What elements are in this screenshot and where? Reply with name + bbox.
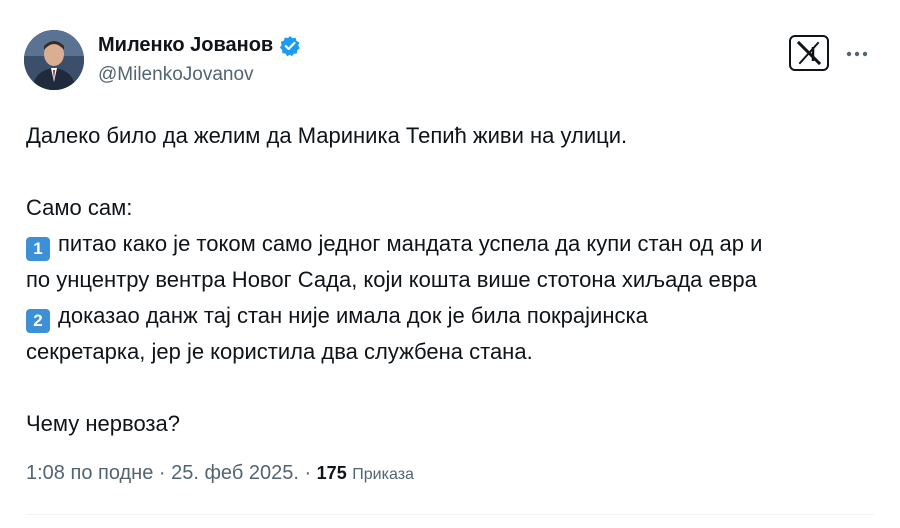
keycap-2-icon: 2: [26, 309, 50, 333]
author-name-row: Миленко Јованов: [98, 34, 301, 57]
tweet-item-1-cont: по унцентру вентра Новог Сада, који кошт…: [26, 267, 757, 292]
views-count: 175: [316, 463, 347, 483]
tweet-line-1: Далеко било да желим да Мариника Тепић ж…: [26, 123, 628, 148]
tweet-line-2: Само сам:: [26, 195, 133, 220]
verified-badge-icon[interactable]: [279, 35, 301, 57]
tweet-item-2-text: доказао данж тај стан није имала док је …: [58, 303, 648, 328]
tweet-text: Далеко било да желим да Мариника Тепић ж…: [26, 118, 876, 442]
tweet-item-1-text: питао како је током само једног мандата …: [58, 231, 763, 256]
views-label: Приказа: [352, 466, 414, 483]
tweet-item-1: 1 питао како је током само једног мандата…: [26, 226, 876, 262]
tweet-timestamp[interactable]: 1:08 по подне · 25. феб 2025. ·: [26, 462, 317, 484]
keycap-1-icon: 1: [26, 237, 50, 261]
tweet-card: Миленко Јованов @MilenkoJovanov Далеко б…: [0, 0, 900, 528]
more-options-icon[interactable]: [846, 40, 868, 62]
tweet-item-2: 2 доказао данж тај стан није имала док је…: [26, 298, 876, 334]
author-handle[interactable]: @MilenkoJovanov: [98, 64, 254, 86]
tweet-item-2-cont: секретарка, јер је користила два службен…: [26, 339, 533, 364]
avatar-image: [24, 30, 84, 90]
author-display-name[interactable]: Миленко Јованов: [98, 34, 273, 57]
divider: [26, 514, 874, 515]
x-logo-icon[interactable]: [789, 35, 829, 71]
avatar[interactable]: [24, 30, 84, 90]
tweet-closing: Чему нервоза?: [26, 411, 180, 436]
tweet-meta: 1:08 по подне · 25. феб 2025. · 175 Прик…: [26, 462, 414, 485]
